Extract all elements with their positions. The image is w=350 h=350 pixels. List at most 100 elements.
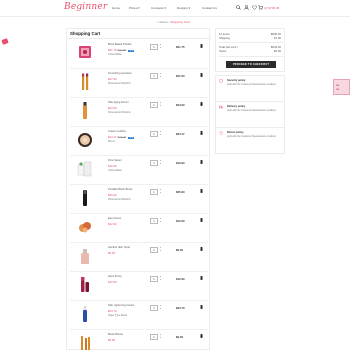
quantity-stepper[interactable]: ▴ ▾ <box>159 131 162 137</box>
quantity-input[interactable]: 1 <box>150 189 158 195</box>
divider <box>219 42 283 43</box>
quantity-input[interactable]: 1 <box>150 160 158 166</box>
nav-prices[interactable]: Prices ▾ <box>129 6 140 10</box>
quantity-input[interactable]: 1 <box>150 102 158 108</box>
quantity-stepper[interactable]: ▴ ▾ <box>159 44 162 50</box>
current-price: $9.00 <box>108 338 115 342</box>
cart-item: Skin Aging Serum $23.90 Dimensions:30x40… <box>67 98 211 127</box>
product-image[interactable] <box>74 304 96 324</box>
discount-badge: -5% <box>128 137 135 139</box>
quantity-stepper[interactable]: ▴ ▾ <box>159 102 162 108</box>
product-name[interactable]: Portable Blush Brush <box>108 188 132 191</box>
product-image[interactable] <box>74 72 96 92</box>
nav-concepts[interactable]: Concepts ▾ <box>151 6 166 10</box>
product-variant: Paper Type:Ruled <box>108 314 128 317</box>
quantity-stepper[interactable]: ▴ ▾ <box>159 247 162 253</box>
truck-icon <box>219 105 223 109</box>
quantity-input[interactable]: 1 <box>150 247 158 253</box>
product-price: $21.75$24.95 -5% <box>108 48 135 52</box>
trash-icon[interactable] <box>200 334 203 338</box>
trash-icon[interactable] <box>200 218 203 222</box>
user-icon[interactable] <box>244 5 249 10</box>
product-name[interactable]: Eau Crème <box>108 217 121 220</box>
product-image[interactable] <box>74 159 96 179</box>
cart-item: Blush Brenia $9.00 1 ▴ ▾ $9.00 <box>67 330 211 350</box>
trash-icon[interactable] <box>200 131 203 135</box>
product-image[interactable] <box>74 246 96 266</box>
quantity-stepper[interactable]: ▴ ▾ <box>159 305 162 311</box>
quantity-stepper[interactable]: ▴ ▾ <box>159 218 162 224</box>
quantity-stepper[interactable]: ▴ ▾ <box>159 189 162 195</box>
product-name[interactable]: Cream Cushion <box>108 130 126 133</box>
product-price: $23.70 <box>108 309 117 313</box>
quantity-input[interactable]: 1 <box>150 44 158 50</box>
side-widget-text: Aa <box>336 88 340 91</box>
cart-summary: 14 items $536.45 Shipping $7.00 Total (t… <box>215 28 285 72</box>
trash-icon[interactable] <box>200 160 203 164</box>
product-name[interactable]: Blush Brenia <box>108 333 123 336</box>
product-image[interactable] <box>74 333 96 350</box>
product-name[interactable]: Hemi Pump <box>108 275 122 278</box>
product-image[interactable] <box>74 43 96 63</box>
side-floating-widget[interactable]: Aa Aa <box>333 79 350 95</box>
product-price: $23.90 <box>108 106 117 110</box>
reassurance-title: Return policy <box>227 131 244 134</box>
trash-icon[interactable] <box>200 305 203 309</box>
product-image[interactable] <box>74 101 96 121</box>
trash-icon[interactable] <box>200 189 203 193</box>
reassurance-security: Security policy (edit with the Customer … <box>215 75 285 102</box>
quantity-stepper[interactable]: ▴ ▾ <box>159 276 162 282</box>
trash-icon[interactable] <box>200 44 203 48</box>
product-variant: Colour/Matte <box>108 53 122 56</box>
product-name[interactable]: Hombre Skin Toner <box>108 246 130 249</box>
proceed-to-checkout-button[interactable]: PROCEED TO CHECKOUT <box>226 61 276 68</box>
breadcrumb-home[interactable]: ⌂ Home <box>157 20 168 24</box>
product-price: $25.90 <box>108 193 117 197</box>
quantity-input[interactable]: 1 <box>150 334 158 340</box>
product-image[interactable] <box>74 188 96 208</box>
current-price: $16.90 <box>108 164 117 168</box>
quantity-input[interactable]: 1 <box>150 276 158 282</box>
quantity-stepper[interactable]: ▴ ▾ <box>159 160 162 166</box>
header-cart-total[interactable]: (2) $736.45 <box>264 6 279 10</box>
quantity-input[interactable]: 1 <box>150 73 158 79</box>
current-price: $12.90 <box>108 222 117 226</box>
trash-icon[interactable] <box>200 247 203 251</box>
product-variant: Dimensions:30x40cm <box>108 198 131 201</box>
trash-icon[interactable] <box>200 73 203 77</box>
product-name[interactable]: Bioré Baked Powder <box>108 43 132 46</box>
search-icon[interactable] <box>236 5 241 10</box>
quantity-input[interactable]: 1 <box>150 131 158 137</box>
product-image[interactable] <box>74 130 96 150</box>
quantity-input[interactable]: 1 <box>150 305 158 311</box>
old-price: $24.39 <box>117 135 127 139</box>
quantity-stepper[interactable]: ▴ ▾ <box>159 334 162 340</box>
taxes-label: Taxes <box>219 49 227 53</box>
trash-icon[interactable] <box>200 276 203 280</box>
product-name[interactable]: Skin Lightening Cream <box>108 304 134 307</box>
nav-contact[interactable]: Contact Us <box>202 6 217 10</box>
product-image[interactable] <box>74 217 96 237</box>
discount-badge: -5% <box>128 50 135 52</box>
product-variant: Dimensions:30x40cm <box>108 82 131 85</box>
product-name[interactable]: Smoothing Lipcream <box>108 72 132 75</box>
cart-icon[interactable] <box>258 5 263 10</box>
line-total: $9.00 <box>176 248 183 252</box>
product-name[interactable]: Skin Aging Serum <box>108 101 129 104</box>
heart-icon[interactable] <box>252 5 257 10</box>
product-variant: Dimensions:30x40cm <box>108 111 131 114</box>
nav-designs[interactable]: Designs ▾ <box>177 6 190 10</box>
product-price: $23.17$24.39 -5% <box>108 135 135 139</box>
line-total: $16.90 <box>176 161 185 165</box>
product-price: $16.90 <box>108 164 117 168</box>
reassurance-delivery: Delivery policy (edit with the Customer … <box>215 101 285 128</box>
quantity-stepper[interactable]: ▴ ▾ <box>159 73 162 79</box>
product-variant: Size:S <box>108 140 115 143</box>
trash-icon[interactable] <box>200 102 203 106</box>
nav-home[interactable]: Home <box>112 6 120 10</box>
product-image[interactable] <box>74 275 96 295</box>
quantity-input[interactable]: 1 <box>150 218 158 224</box>
product-name[interactable]: Pore Serum <box>108 159 122 162</box>
site-logo[interactable]: Beginner <box>64 2 107 12</box>
line-total: $9.00 <box>176 335 183 339</box>
